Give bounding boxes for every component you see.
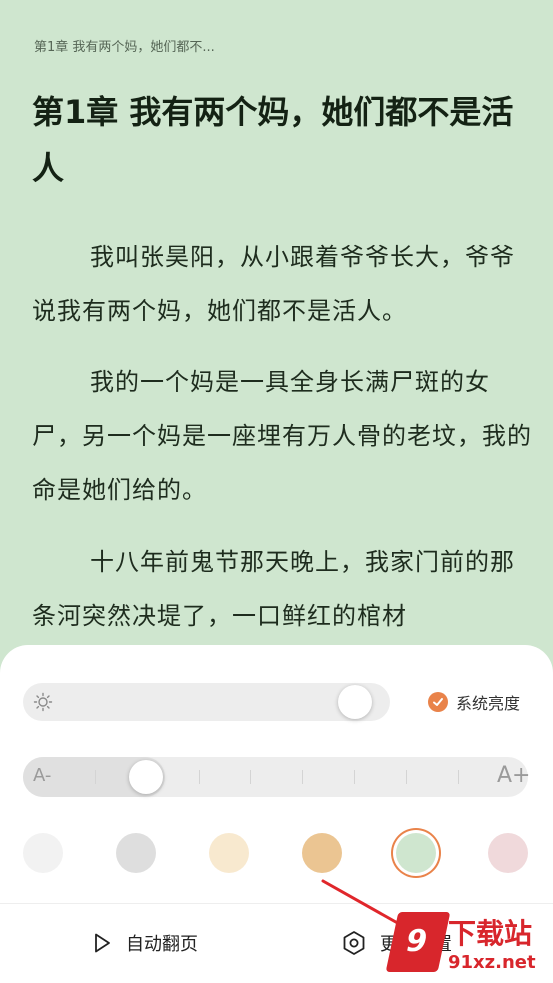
watermark-domain: 91xz.net [448,952,536,973]
divider [0,903,553,904]
background-color-swatch[interactable] [488,833,528,873]
paragraph: 我叫张昊阳，从小跟着爷爷长大，爷爷说我有两个妈，她们都不是活人。 [32,243,515,325]
chapter-header: 第1章 我有两个妈，她们都不... [34,40,215,55]
font-size-tick [302,770,303,784]
background-color-swatch[interactable] [396,833,436,873]
gear-icon [343,931,365,955]
auto-page-turn-label: 自动翻页 [126,934,198,955]
watermark: 9 下载站 91xz.net [385,908,553,983]
chapter-title: 第1章 我有两个妈，她们都不是活人 [32,93,514,187]
background-color-swatch[interactable] [116,833,156,873]
font-size-tick [199,770,200,784]
font-size-slider-handle[interactable] [129,760,163,794]
font-size-tick [458,770,459,784]
checkmark-icon [428,692,448,712]
font-decrease-label[interactable]: A- [33,765,51,786]
watermark-logo: 9 [385,912,451,972]
watermark-title: 下载站 [448,917,533,950]
system-brightness-toggle[interactable]: 系统亮度 [428,688,520,716]
font-size-tick [95,770,96,784]
brightness-slider[interactable] [23,683,390,721]
auto-page-turn-button[interactable]: 自动翻页 [90,928,198,958]
font-increase-label[interactable]: A+ [497,763,530,788]
paragraph: 十八年前鬼节那天晚上，我家门前的那条河突然决堤了，一口鲜红的棺材 [32,548,515,630]
font-size-slider[interactable]: A- A+ [23,757,530,797]
background-color-swatch[interactable] [23,833,63,873]
font-size-tick [354,770,355,784]
font-size-tick [250,770,251,784]
font-size-tick [406,770,407,784]
paragraph: 我的一个妈是一具全身长满尸斑的女尸，另一个妈是一座埋有万人骨的老坟，我的命是她们… [32,368,532,504]
background-color-swatch[interactable] [209,833,249,873]
play-icon [95,933,110,953]
background-color-swatch[interactable] [302,833,342,873]
brightness-slider-handle[interactable] [338,685,372,719]
system-brightness-label: 系统亮度 [456,694,521,713]
sun-icon [33,692,53,712]
